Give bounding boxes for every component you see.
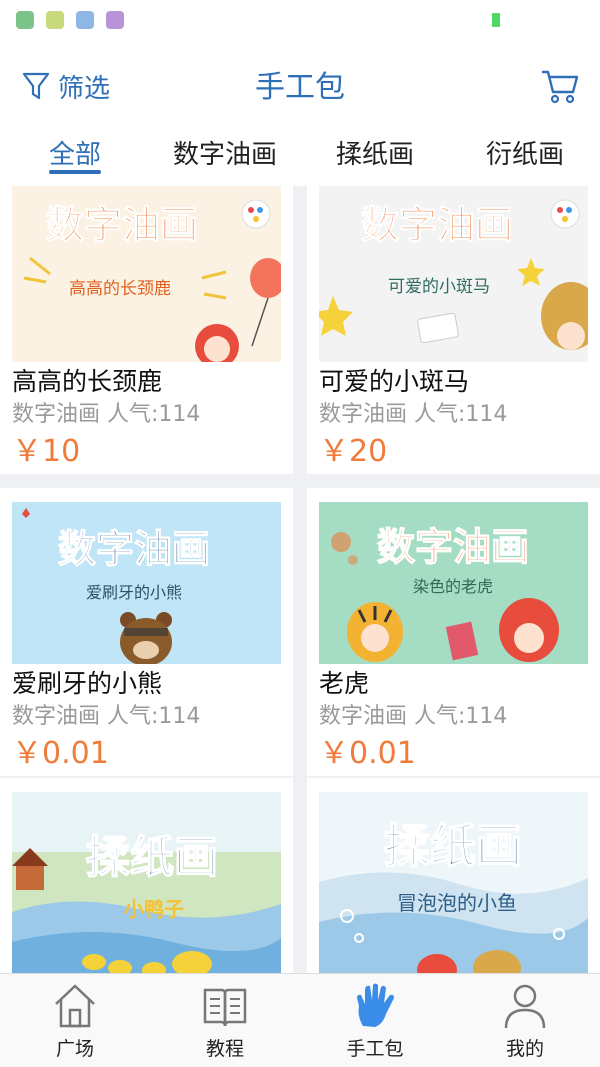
banner-subtitle: 爱刷牙的小熊 <box>86 583 182 602</box>
nav-label: 教程 <box>205 1038 244 1060</box>
nav-item-craft-kit[interactable]: 手工包 <box>300 974 450 1067</box>
app-notification-icon <box>16 11 34 29</box>
product-card[interactable]: 数字油画 可爱的小斑马 可爱的小斑马 数字油画 人气:114 ￥20 <box>307 186 600 474</box>
product-thumbnail[interactable]: 数字油画 可爱的小斑马 <box>319 186 588 362</box>
nav-label: 广场 <box>55 1038 94 1060</box>
banner-text: 数字油画 <box>46 203 198 247</box>
house-icon <box>55 984 95 1028</box>
product-price: ￥20 <box>319 434 388 469</box>
nav-label: 手工包 <box>346 1038 404 1060</box>
product-title: 爱刷牙的小熊 <box>12 669 163 698</box>
product-card[interactable]: 揉纸画 小鸭子 <box>0 778 293 978</box>
product-meta: 数字油画 人气:114 <box>319 704 508 729</box>
header: 筛选 手工包 <box>0 40 600 130</box>
banner-text: 数字油画 <box>58 527 210 571</box>
product-price: ￥0.01 <box>12 736 109 771</box>
product-thumbnail[interactable]: 数字油画 染色的老虎 <box>319 502 588 678</box>
banner-subtitle: 冒泡泡的小鱼 <box>397 891 517 915</box>
status-bar <box>0 0 600 40</box>
signal-indicator-icon <box>492 13 500 27</box>
nav-item-mine[interactable]: 我的 <box>450 974 600 1067</box>
banner-text: 数字油画 <box>377 525 529 569</box>
product-price: ￥0.01 <box>319 736 416 771</box>
product-thumbnail[interactable]: 揉纸画 小鸭子 <box>12 792 281 978</box>
nav-label: 我的 <box>505 1038 544 1060</box>
banner-text: 揉纸画 <box>384 819 522 873</box>
chat-notification-icon <box>46 11 64 29</box>
page-title: 手工包 <box>255 70 345 105</box>
product-image: 数字油画 高高的长颈鹿 <box>12 186 281 362</box>
banner-subtitle: 可爱的小斑马 <box>388 277 490 297</box>
product-image: 数字油画 可爱的小斑马 <box>319 186 588 362</box>
product-title: 可爱的小斑马 <box>319 367 470 396</box>
book-icon <box>203 988 247 1027</box>
cart-button[interactable] <box>540 68 580 108</box>
product-meta: 数字油画 人气:114 <box>12 704 201 729</box>
product-meta: 数字油画 人气:114 <box>12 402 201 427</box>
person-icon <box>504 984 546 1029</box>
nav-item-tutorial[interactable]: 教程 <box>150 974 300 1067</box>
bottom-nav: 广场 教程 手工包 我的 <box>0 973 600 1067</box>
product-card[interactable]: 数字油画 高高的长颈鹿 高高的长颈鹿 数字油画 人气:114 ￥10 <box>0 186 293 474</box>
tab-crumpled-paper[interactable]: 揉纸画 <box>300 130 450 186</box>
product-title: 高高的长颈鹿 <box>12 367 163 396</box>
product-card[interactable]: 数字油画 染色的老虎 老虎 数字油画 人气:114 ￥0.01 <box>307 488 600 776</box>
product-price: ￥10 <box>12 434 81 469</box>
banner-text: 数字油画 <box>361 203 513 247</box>
product-meta: 数字油画 人气:114 <box>319 402 508 427</box>
image-notification-icon <box>106 11 124 29</box>
cart-icon <box>542 70 579 104</box>
product-card[interactable]: 揉纸画 冒泡泡的小鱼 <box>307 778 600 978</box>
android-notification-icon <box>76 11 94 29</box>
product-thumbnail[interactable]: 揉纸画 冒泡泡的小鱼 <box>319 792 588 978</box>
product-image: 揉纸画 小鸭子 <box>12 792 281 978</box>
banner-subtitle: 染色的老虎 <box>413 577 493 596</box>
banner-subtitle: 高高的长颈鹿 <box>69 279 171 299</box>
product-card[interactable]: 数字油画 爱刷牙的小熊 爱刷牙的小熊 数字油画 人气:114 ￥0.01 <box>0 488 293 776</box>
tab-digital-oil-painting[interactable]: 数字油画 <box>150 130 300 186</box>
tab-all[interactable]: 全部 <box>0 130 150 186</box>
product-image: 数字油画 爱刷牙的小熊 <box>12 502 281 666</box>
product-image: 揉纸画 冒泡泡的小鱼 <box>319 792 588 978</box>
banner-text: 揉纸画 <box>86 832 218 883</box>
nav-item-plaza[interactable]: 广场 <box>0 974 150 1067</box>
product-image: 数字油画 染色的老虎 <box>319 502 588 664</box>
product-thumbnail[interactable]: 数字油画 高高的长颈鹿 <box>12 186 281 362</box>
product-thumbnail[interactable]: 数字油画 爱刷牙的小熊 <box>12 502 281 678</box>
banner-subtitle: 小鸭子 <box>124 897 184 921</box>
tab-quilling[interactable]: 衍纸画 <box>450 130 600 186</box>
product-title: 老虎 <box>319 669 370 698</box>
hand-icon <box>357 983 394 1027</box>
category-tabs: 全部 数字油画 揉纸画 衍纸画 <box>0 130 600 186</box>
